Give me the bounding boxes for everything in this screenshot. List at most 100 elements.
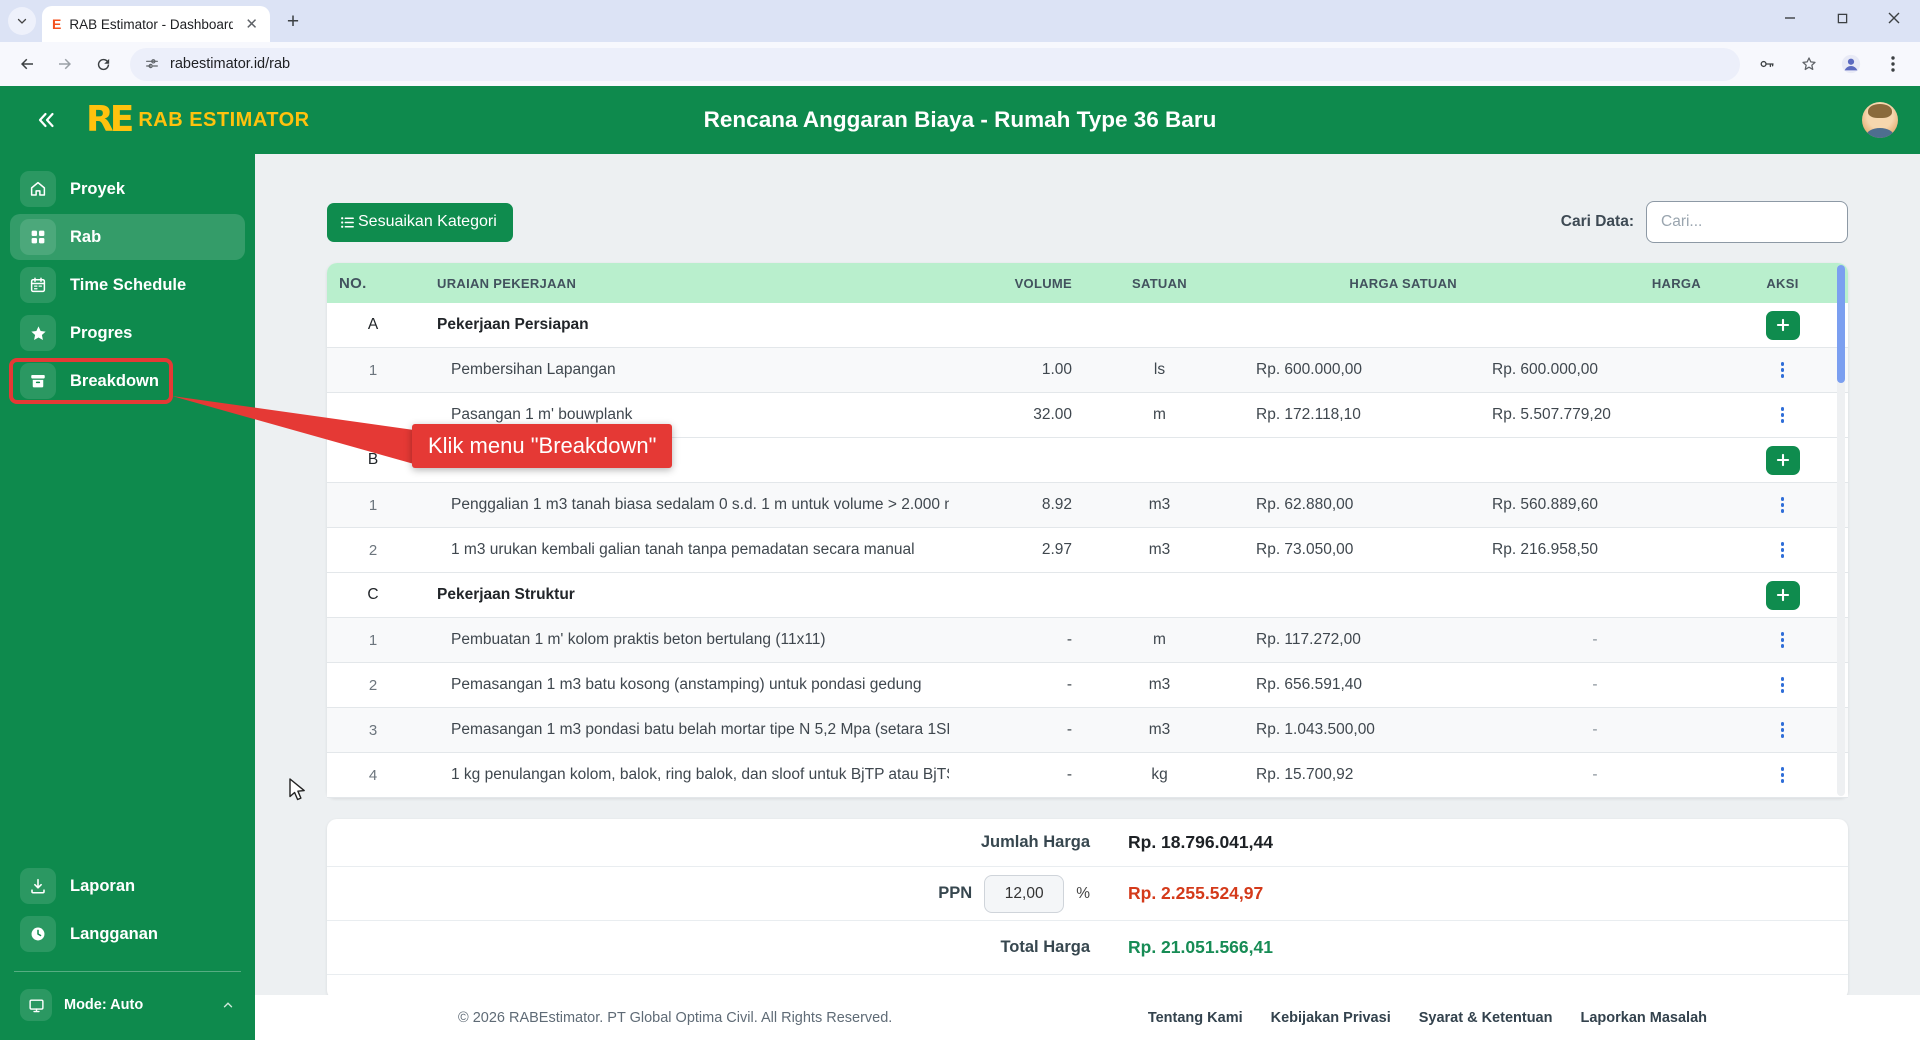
- password-manager-button[interactable]: [1750, 47, 1784, 81]
- url-bar[interactable]: rabestimator.id/rab: [130, 48, 1740, 81]
- sidebar-item-proyek[interactable]: Proyek: [10, 166, 245, 212]
- table-row: 1Pembersihan Lapangan1.00lsRp. 600.000,0…: [327, 348, 1848, 393]
- cell-no: 2: [327, 542, 419, 559]
- cell-uraian: Pasangan 1 m' bouwplank: [419, 406, 949, 424]
- table-row: 2Pemasangan 1 m3 batu kosong (anstamping…: [327, 663, 1848, 708]
- sidebar-item-label: Time Schedule: [70, 276, 186, 295]
- table-row: 3Pemasangan 1 m3 pondasi batu belah mort…: [327, 708, 1848, 753]
- cell-harga: -: [1473, 676, 1717, 694]
- cell-satuan: m3: [1080, 676, 1239, 694]
- add-item-button[interactable]: [1766, 311, 1800, 340]
- sidebar-item-langganan[interactable]: Langganan: [10, 911, 245, 957]
- add-item-button[interactable]: [1766, 446, 1800, 475]
- percent-sign: %: [1076, 885, 1090, 903]
- cell-harga-satuan: Rp. 73.050,00: [1239, 541, 1473, 559]
- window-minimize-button[interactable]: [1764, 0, 1816, 36]
- column-header-satuan: SATUAN: [1080, 276, 1239, 291]
- ppn-label: PPN: [938, 884, 972, 903]
- cell-aksi: [1717, 763, 1848, 787]
- tab-search-button[interactable]: [8, 7, 36, 35]
- bookmark-button[interactable]: [1792, 47, 1826, 81]
- chevron-up-icon: [221, 998, 235, 1012]
- search-label: Cari Data:: [1561, 213, 1634, 231]
- new-tab-button[interactable]: +: [278, 7, 308, 37]
- list-icon: [339, 214, 356, 231]
- footer-link-tentang-kami[interactable]: Tentang Kami: [1148, 1010, 1243, 1026]
- table-row: 1Pembuatan 1 m' kolom praktis beton bert…: [327, 618, 1848, 663]
- row-actions-button[interactable]: [1773, 358, 1793, 382]
- forward-button[interactable]: [48, 47, 82, 81]
- window-close-button[interactable]: [1868, 0, 1920, 36]
- app-logo: RE RAB ESTIMATOR: [86, 102, 310, 138]
- sidebar-item-rab[interactable]: Rab: [10, 214, 245, 260]
- footer-link-syarat-ketentuan[interactable]: Syarat & Ketentuan: [1419, 1010, 1553, 1026]
- cell-harga: -: [1473, 631, 1717, 649]
- footer-link-kebijakan-privasi[interactable]: Kebijakan Privasi: [1271, 1010, 1391, 1026]
- row-actions-button[interactable]: [1773, 718, 1793, 742]
- sidebar-item-label: Laporan: [70, 877, 135, 896]
- cell-uraian: Penggalian 1 m3 tanah biasa sedalam 0 s.…: [419, 496, 949, 514]
- cell-harga: Rp. 600.000,00: [1473, 361, 1717, 379]
- tab-close-icon[interactable]: ✕: [241, 15, 262, 34]
- row-actions-button[interactable]: [1773, 763, 1793, 787]
- browser-tab[interactable]: E RAB Estimator - Dashboard ✕: [42, 6, 270, 42]
- sidebar-item-time-schedule[interactable]: Time Schedule: [10, 262, 245, 308]
- brand-name: RAB ESTIMATOR: [138, 109, 309, 132]
- cell-harga-satuan: Rp. 600.000,00: [1239, 361, 1473, 379]
- row-actions-button[interactable]: [1773, 538, 1793, 562]
- logo-mark: RE: [86, 102, 130, 138]
- summary-card: Jumlah Harga Rp. 18.796.041,44 PPN % Rp.…: [327, 819, 1848, 1000]
- cell-uraian: Pemasangan 1 m3 pondasi batu belah morta…: [419, 721, 949, 739]
- user-avatar[interactable]: [1862, 102, 1898, 138]
- table-scrollbar[interactable]: [1837, 265, 1845, 796]
- adjust-category-button[interactable]: Sesuaikan Kategori: [327, 203, 513, 242]
- search-input[interactable]: [1646, 201, 1848, 243]
- row-actions-button[interactable]: [1773, 493, 1793, 517]
- plus-icon: [1776, 588, 1790, 602]
- cell-harga: Rp. 216.958,50: [1473, 541, 1717, 559]
- plus-icon: [1776, 318, 1790, 332]
- reload-button[interactable]: [86, 47, 120, 81]
- download-icon: [20, 868, 56, 904]
- calendar-icon: [20, 267, 56, 303]
- sidebar-item-progres[interactable]: Progres: [10, 310, 245, 356]
- add-item-button[interactable]: [1766, 581, 1800, 610]
- cell-aksi: [1717, 538, 1848, 562]
- mode-toggle[interactable]: Mode: Auto: [10, 984, 245, 1026]
- cell-uraian: Pekerjaan Persiapan: [419, 316, 949, 334]
- cell-no: 3: [327, 722, 419, 739]
- cell-no: B: [327, 451, 419, 469]
- sidebar-item-label: Proyek: [70, 180, 125, 199]
- annotation-highlight-box: [9, 358, 173, 404]
- sidebar-collapse-button[interactable]: [34, 108, 58, 132]
- sidebar-item-label: Progres: [70, 324, 132, 343]
- cell-aksi: [1717, 581, 1848, 610]
- kebab-menu-icon: [1886, 56, 1900, 72]
- cell-harga-satuan: Rp. 172.118,10: [1239, 406, 1473, 424]
- back-button[interactable]: [10, 47, 44, 81]
- row-actions-button[interactable]: [1773, 403, 1793, 427]
- cell-aksi: [1717, 403, 1848, 427]
- row-actions-button[interactable]: [1773, 628, 1793, 652]
- row-actions-button[interactable]: [1773, 673, 1793, 697]
- cell-volume: 32.00: [949, 406, 1080, 424]
- cell-harga: -: [1473, 766, 1717, 784]
- total-value: Rp. 21.051.566,41: [1128, 937, 1273, 958]
- ppn-rate-input[interactable]: [984, 875, 1064, 913]
- subtotal-value: Rp. 18.796.041,44: [1128, 832, 1273, 853]
- cell-volume: -: [949, 721, 1080, 739]
- cell-harga-satuan: Rp. 117.272,00: [1239, 631, 1473, 649]
- cell-aksi: [1717, 446, 1848, 475]
- sidebar-item-laporan[interactable]: Laporan: [10, 863, 245, 909]
- column-header-aksi: AKSI: [1717, 276, 1848, 291]
- window-maximize-button[interactable]: [1816, 0, 1868, 36]
- ppn-value: Rp. 2.255.524,97: [1128, 883, 1263, 904]
- cell-volume: 1.00: [949, 361, 1080, 379]
- cell-harga: -: [1473, 721, 1717, 739]
- browser-menu-button[interactable]: [1876, 47, 1910, 81]
- footer-link-laporkan-masalah[interactable]: Laporkan Masalah: [1580, 1010, 1707, 1026]
- browser-profile-avatar[interactable]: [1834, 47, 1868, 81]
- scrollbar-thumb[interactable]: [1837, 265, 1845, 383]
- column-header-no-: NO.: [327, 275, 419, 292]
- ppn-row: PPN % Rp. 2.255.524,97: [327, 867, 1848, 921]
